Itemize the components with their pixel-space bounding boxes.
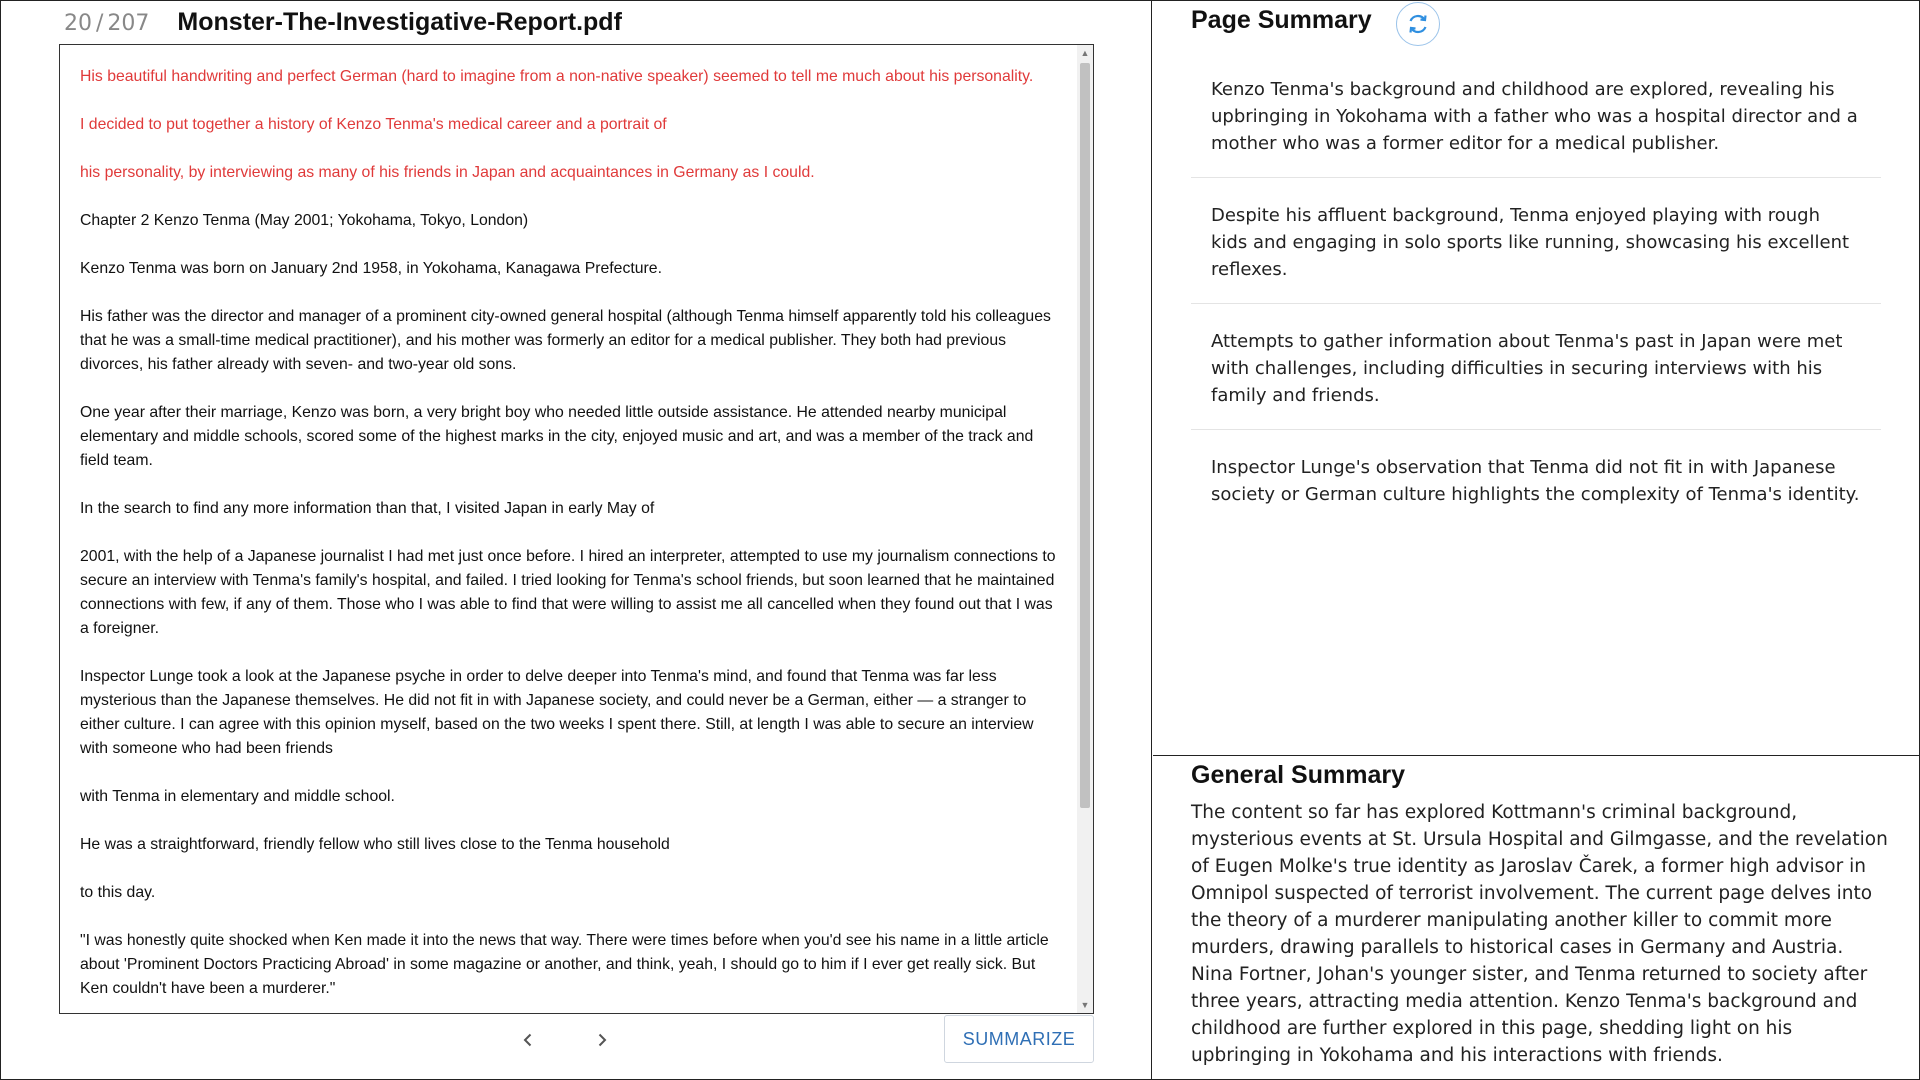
paragraph: Chapter 2 Kenzo Tenma (May 2001; Yokoham… [80,212,529,229]
document-viewer[interactable]: His beautiful handwriting and perfect Ge… [59,44,1094,1014]
paragraph: In the search to find any more informati… [80,500,655,517]
highlighted-paragraph: I decided to put together a history of K… [80,116,667,133]
general-summary-text: The content so far has explored Kottmann… [1191,802,1888,1066]
document-header: 20/207 Monster-The-Investigative-Report.… [64,8,622,38]
paragraph: with Tenma in elementary and middle scho… [80,788,395,805]
summary-item: Attempts to gather information about Ten… [1191,320,1881,430]
chevron-left-icon [523,1033,532,1047]
paragraph: "I was honestly quite shocked when Ken m… [80,932,1049,997]
summary-item: Kenzo Tenma's background and childhood a… [1191,68,1881,178]
general-summary-panel: General Summary The content so far has e… [1153,757,1920,1080]
general-summary-title: General Summary [1191,761,1405,789]
viewer-scrollbar[interactable]: ▲ ▼ [1077,45,1093,1013]
page-counter: 20/207 [64,11,149,36]
previous-page-button[interactable] [512,1024,544,1056]
chevron-right-icon [598,1033,607,1047]
highlighted-paragraph: His beautiful handwriting and perfect Ge… [80,68,1034,85]
paragraph: 2001, with the help of a Japanese journa… [80,548,1056,637]
refresh-icon [1409,14,1427,34]
document-title: Monster-The-Investigative-Report.pdf [177,8,622,36]
total-pages: 207 [107,11,150,36]
paragraph: His father was the director and manager … [80,308,1051,373]
next-page-button[interactable] [586,1024,618,1056]
scroll-down-arrow-icon[interactable]: ▼ [1077,997,1093,1013]
current-page: 20 [64,11,92,36]
paragraph: One year after their marriage, Kenzo was… [80,404,1034,469]
document-pane: 20/207 Monster-The-Investigative-Report.… [0,0,1152,1080]
page-summary-list: Kenzo Tenma's background and childhood a… [1191,68,1881,544]
summary-item: Inspector Lunge's observation that Tenma… [1211,457,1860,505]
page-summary-title: Page Summary [1191,6,1372,34]
paragraph: He was a straightforward, friendly fello… [80,836,670,853]
paragraph: Inspector Lunge took a look at the Japan… [80,668,1034,757]
page-separator: / [96,11,104,36]
page-summary-panel: Page Summary Kenzo Tenma's background an… [1153,0,1920,756]
refresh-summary-button[interactable] [1396,2,1440,46]
paragraph: Kenzo Tenma was born on January 2nd 1958… [80,260,662,277]
scroll-up-arrow-icon[interactable]: ▲ [1077,45,1093,61]
document-text: His beautiful handwriting and perfect Ge… [80,65,1059,1013]
scrollbar-thumb[interactable] [1080,63,1090,808]
summary-item: Despite his affluent background, Tenma e… [1191,194,1881,304]
summarize-button[interactable]: SUMMARIZE [944,1015,1094,1063]
paragraph: to this day. [80,884,156,901]
highlighted-paragraph: his personality, by interviewing as many… [80,164,815,181]
